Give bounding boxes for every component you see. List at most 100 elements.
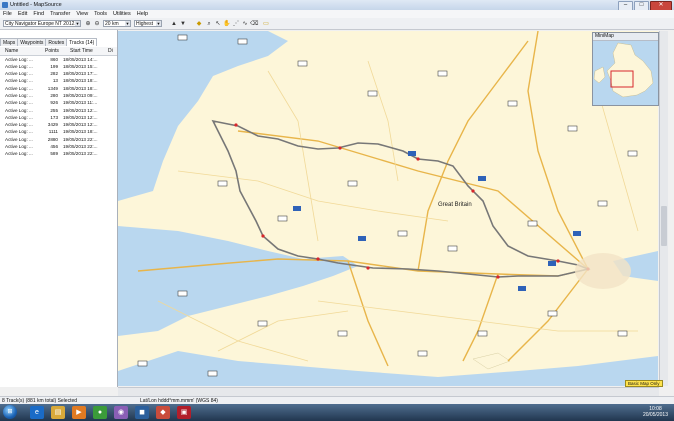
- menu-utilities[interactable]: Utilities: [113, 10, 131, 18]
- zoom-in-icon[interactable]: ⊕: [84, 20, 92, 28]
- table-row[interactable]: Active Log: ... 13 18/05/2013 18:...: [0, 78, 117, 85]
- track-points: 2880: [47, 136, 58, 142]
- map-canvas[interactable]: Great Britain: [118, 31, 658, 386]
- table-row[interactable]: Active Log: ... 173 19/05/2013 12:...: [0, 114, 117, 121]
- table-row[interactable]: Active Log: ... 199 18/05/2013 15:...: [0, 63, 117, 70]
- app-icon: [2, 2, 8, 8]
- table-row[interactable]: Active Log: ... 926 19/05/2013 11:...: [0, 100, 117, 107]
- map-product-select[interactable]: City Navigator Europe NT 2012.2 ▼: [3, 20, 81, 27]
- table-row[interactable]: Active Log: ... 255 19/05/2013 12:...: [0, 107, 117, 114]
- app-icon-1[interactable]: ◉: [114, 406, 128, 419]
- track-points: 860: [50, 56, 58, 62]
- track-name: Active Log: ...: [5, 92, 33, 98]
- table-row[interactable]: Active Log: ... 589 19/05/2013 22:...: [0, 151, 117, 158]
- hand-icon[interactable]: ✋: [223, 20, 231, 28]
- col-name[interactable]: Name: [5, 48, 18, 54]
- menu-view[interactable]: View: [76, 10, 88, 18]
- table-row[interactable]: Active Log: ... 860 18/05/2013 14:...: [0, 56, 117, 63]
- clock-date: 20/05/2013: [642, 412, 668, 418]
- device-icon[interactable]: ▲: [170, 20, 178, 28]
- eraser-icon[interactable]: ⌫: [250, 20, 258, 28]
- track-name: Active Log: ...: [5, 63, 33, 69]
- horizontal-scrollbar[interactable]: [118, 387, 659, 396]
- tracks-table-header: Name Points Start Time Di: [0, 47, 117, 56]
- track-start-time: 19/05/2013 22:...: [63, 151, 98, 157]
- ie-icon[interactable]: e: [30, 406, 44, 419]
- track-start-time: 18/05/2013 15:...: [63, 63, 98, 69]
- taskbar: ⊞ e ▤ ▶ ● ◉ ◼ ◆ ▣ 10:08 20/05/2013: [0, 404, 674, 421]
- track-points: 13: [52, 78, 58, 84]
- chrome-icon[interactable]: ●: [93, 406, 107, 419]
- panel-tabs: Maps Waypoints Routes Tracks (14): [0, 38, 98, 46]
- track-name: Active Log: ...: [5, 100, 33, 106]
- app-icon-2[interactable]: ◼: [135, 406, 149, 419]
- tab-maps[interactable]: Maps: [0, 38, 19, 46]
- track-start-time: 19/05/2013 09:...: [63, 92, 98, 98]
- table-row[interactable]: Active Log: ... 456 19/05/2013 22:...: [0, 144, 117, 151]
- menu-edit[interactable]: Edit: [18, 10, 27, 18]
- minimap-canvas[interactable]: [593, 41, 658, 105]
- track-points: 282: [50, 71, 58, 77]
- zoom-value: 20 km: [105, 21, 119, 27]
- minimap[interactable]: MiniMap: [592, 32, 659, 106]
- zoom-out-icon[interactable]: ⊖: [93, 20, 101, 28]
- zoom-select[interactable]: 20 km ▼: [103, 20, 131, 27]
- explorer-icon[interactable]: ▤: [51, 406, 65, 419]
- media-player-icon[interactable]: ▶: [72, 406, 86, 419]
- menu-tools[interactable]: Tools: [94, 10, 107, 18]
- menu-help[interactable]: Help: [137, 10, 148, 18]
- table-row[interactable]: Active Log: ... 282 18/05/2013 17:...: [0, 71, 117, 78]
- track-start-time: 18/05/2013 17:...: [63, 71, 98, 77]
- track-name: Active Log: ...: [5, 129, 33, 135]
- track-start-time: 18/05/2013 14:...: [63, 56, 98, 62]
- table-row[interactable]: Active Log: ... 1111 19/05/2013 18:...: [0, 129, 117, 136]
- menu-file[interactable]: File: [3, 10, 12, 18]
- table-row[interactable]: Active Log: ... 3429 19/05/2013 12:...: [0, 122, 117, 129]
- table-row[interactable]: Active Log: ... 280 19/05/2013 09:...: [0, 92, 117, 99]
- col-distance[interactable]: Di: [108, 48, 113, 54]
- system-clock[interactable]: 10:08 20/05/2013: [643, 406, 668, 418]
- vertical-scrollbar[interactable]: [659, 31, 668, 386]
- track-points: 1111: [48, 129, 58, 135]
- start-button[interactable]: ⊞: [3, 405, 17, 419]
- track-start-time: 19/05/2013 22:...: [63, 136, 98, 142]
- region-label: Great Britain: [438, 202, 472, 208]
- detail-select[interactable]: Highest ▼: [134, 20, 162, 27]
- route-icon[interactable]: ⋰: [232, 20, 240, 28]
- table-row[interactable]: Active Log: ... 2880 19/05/2013 22:...: [0, 136, 117, 143]
- menu-find[interactable]: Find: [33, 10, 44, 18]
- track-points: 589: [50, 151, 58, 157]
- track-points: 255: [50, 107, 58, 113]
- track-name: Active Log: ...: [5, 144, 33, 150]
- track-start-time: 19/05/2013 22:...: [63, 144, 98, 150]
- minimap-title: MiniMap: [593, 33, 658, 41]
- track-start-time: 19/05/2013 12:...: [63, 122, 98, 128]
- map-product-value: City Navigator Europe NT 2012.2: [5, 21, 79, 27]
- scroll-thumb[interactable]: [661, 206, 667, 246]
- col-start-time[interactable]: Start Time: [70, 48, 93, 54]
- select-icon[interactable]: ↖: [214, 20, 222, 28]
- track-name: Active Log: ...: [5, 136, 33, 142]
- track-icon[interactable]: ∿: [241, 20, 249, 28]
- chevron-down-icon: ▼: [125, 21, 130, 26]
- device-send-icon[interactable]: ▼: [179, 20, 187, 28]
- track-name: Active Log: ...: [5, 107, 33, 113]
- track-start-time: 19/05/2013 12:...: [63, 114, 98, 120]
- toolbar: City Navigator Europe NT 2012.2 ▼ ⊕ ⊖ 20…: [0, 18, 674, 30]
- tab-routes[interactable]: Routes: [45, 38, 68, 46]
- map-view[interactable]: Great Britain: [118, 31, 658, 386]
- table-row[interactable]: Active Log: ... 1349 18/05/2013 18:...: [0, 85, 117, 92]
- track-points: 456: [50, 144, 58, 150]
- waypoint-tool-icon[interactable]: ◆: [195, 20, 203, 28]
- chevron-down-icon: ▼: [156, 21, 161, 26]
- col-points[interactable]: Points: [45, 48, 59, 54]
- tab-waypoints[interactable]: Waypoints: [17, 38, 47, 46]
- measure-icon[interactable]: ▭: [262, 20, 270, 28]
- app-icon-3[interactable]: ▣: [177, 406, 191, 419]
- tab-tracks[interactable]: Tracks (14): [66, 38, 98, 46]
- find-icon[interactable]: ⌕: [205, 20, 213, 28]
- london-area: [575, 253, 631, 289]
- menu-transfer[interactable]: Transfer: [50, 10, 70, 18]
- track-start-time: 18/05/2013 18:...: [63, 78, 98, 84]
- mapsource-task-icon[interactable]: ◆: [156, 406, 170, 419]
